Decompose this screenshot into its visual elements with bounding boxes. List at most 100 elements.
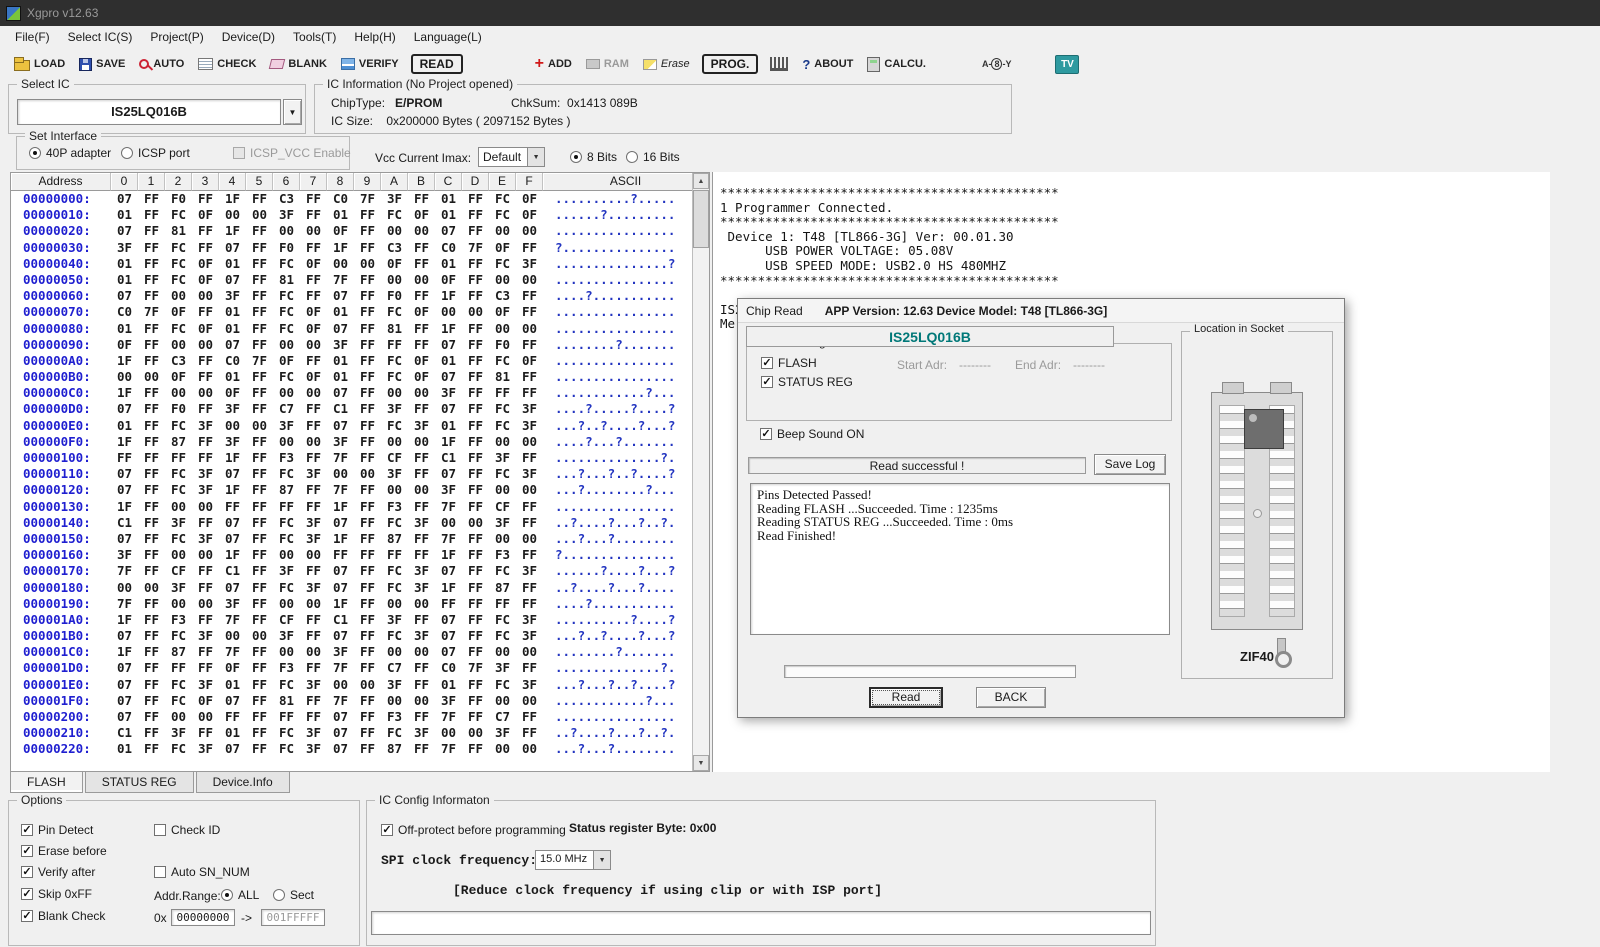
hex-byte-cell[interactable]: FF	[138, 401, 165, 417]
hex-byte-cell[interactable]: F0	[489, 337, 516, 353]
hex-byte-cell[interactable]: FF	[516, 304, 543, 320]
hex-byte-cell[interactable]: 00	[165, 547, 192, 563]
hex-byte-cell[interactable]: 07	[111, 660, 138, 676]
hex-byte-cell[interactable]: FC	[489, 353, 516, 369]
hex-byte-cell[interactable]: 1F	[111, 385, 138, 401]
blank-button[interactable]: BLANK	[264, 51, 333, 77]
hex-byte-cell[interactable]: FF	[138, 385, 165, 401]
tab-device-info[interactable]: Device.Info	[196, 772, 290, 793]
hex-byte-cell[interactable]: 3F	[219, 288, 246, 304]
hex-byte-cell[interactable]: 00	[381, 482, 408, 498]
hex-byte-cell[interactable]: 07	[435, 337, 462, 353]
hex-byte-cell[interactable]: FC	[381, 207, 408, 223]
hex-byte-cell[interactable]: 00	[327, 466, 354, 482]
hex-byte-cell[interactable]: FF	[462, 709, 489, 725]
hex-byte-cell[interactable]: 01	[219, 304, 246, 320]
hex-byte-cell[interactable]: 00	[516, 434, 543, 450]
hex-byte-cell[interactable]: FF	[138, 612, 165, 628]
hex-byte-cell[interactable]: FF	[246, 337, 273, 353]
hex-byte-cell[interactable]: 07	[219, 337, 246, 353]
hex-byte-cell[interactable]: FF	[408, 677, 435, 693]
hex-byte-cell[interactable]: 00	[273, 434, 300, 450]
hex-byte-cell[interactable]: C3	[273, 191, 300, 207]
menu-item-select-ic[interactable]: Select IC(S)	[59, 28, 142, 46]
hex-byte-cell[interactable]: C1	[111, 515, 138, 531]
hex-byte-cell[interactable]: 3F	[300, 580, 327, 596]
hex-byte-cell[interactable]: FF	[462, 644, 489, 660]
hex-byte-cell[interactable]: FF	[246, 612, 273, 628]
hex-byte-cell[interactable]: FF	[354, 401, 381, 417]
hex-byte-cell[interactable]: FF	[300, 499, 327, 515]
hex-byte-cell[interactable]: C0	[111, 304, 138, 320]
hex-byte-cell[interactable]: FF	[462, 693, 489, 709]
hex-byte-cell[interactable]: FF	[300, 612, 327, 628]
hex-byte-cell[interactable]: FF	[354, 741, 381, 757]
hex-byte-cell[interactable]: 87	[165, 644, 192, 660]
hex-byte-cell[interactable]: FC	[165, 482, 192, 498]
hex-byte-cell[interactable]: 3F	[219, 434, 246, 450]
hex-byte-cell[interactable]: FF	[192, 240, 219, 256]
hex-byte-cell[interactable]: 0F	[300, 256, 327, 272]
hex-byte-cell[interactable]: FC	[273, 369, 300, 385]
hex-byte-cell[interactable]: 3F	[489, 725, 516, 741]
verify-after-checkbox[interactable]: Verify after	[21, 865, 95, 879]
hex-byte-cell[interactable]: 0F	[165, 304, 192, 320]
hex-byte-cell[interactable]: 7F	[111, 596, 138, 612]
hex-byte-cell[interactable]: 3F	[408, 725, 435, 741]
hex-byte-cell[interactable]: FC	[489, 191, 516, 207]
hex-byte-cell[interactable]: FF	[192, 434, 219, 450]
hex-byte-cell[interactable]: FF	[354, 693, 381, 709]
hex-byte-cell[interactable]: 00	[408, 596, 435, 612]
hex-byte-cell[interactable]: FF	[138, 677, 165, 693]
hex-byte-cell[interactable]: 07	[435, 401, 462, 417]
hex-byte-cell[interactable]: FC	[165, 741, 192, 757]
hex-byte-cell[interactable]: 0F	[489, 240, 516, 256]
hex-byte-cell[interactable]: FF	[192, 369, 219, 385]
hex-byte-cell[interactable]: 00	[192, 547, 219, 563]
hex-byte-cell[interactable]: 00	[273, 547, 300, 563]
hex-byte-cell[interactable]: 01	[435, 256, 462, 272]
hex-byte-cell[interactable]: 00	[165, 337, 192, 353]
check-id-checkbox[interactable]: Check ID	[154, 823, 220, 837]
hex-byte-cell[interactable]: 3F	[192, 741, 219, 757]
hex-byte-cell[interactable]: 1F	[111, 499, 138, 515]
hex-byte-cell[interactable]: 7F	[327, 482, 354, 498]
hex-byte-cell[interactable]: FC	[165, 207, 192, 223]
hex-byte-cell[interactable]: 00	[516, 741, 543, 757]
hex-byte-cell[interactable]: F0	[165, 191, 192, 207]
prog-button[interactable]: PROG.	[702, 54, 759, 74]
hex-byte-cell[interactable]: FF	[192, 191, 219, 207]
add-button[interactable]: +ADD	[529, 51, 578, 77]
hex-byte-cell[interactable]: FF	[462, 612, 489, 628]
select-ic-dropdown-button[interactable]: ▼	[283, 99, 302, 125]
hex-byte-cell[interactable]: 07	[111, 709, 138, 725]
hex-byte-cell[interactable]: 1F	[435, 547, 462, 563]
hex-byte-cell[interactable]: 3F	[489, 515, 516, 531]
hex-byte-cell[interactable]: FF	[354, 304, 381, 320]
hex-byte-cell[interactable]: FF	[462, 369, 489, 385]
hex-byte-cell[interactable]: 07	[435, 369, 462, 385]
hex-byte-cell[interactable]: 01	[435, 418, 462, 434]
hex-byte-cell[interactable]: 7F	[111, 563, 138, 579]
hex-byte-cell[interactable]: C1	[435, 450, 462, 466]
hex-byte-cell[interactable]: 0F	[219, 660, 246, 676]
hex-byte-cell[interactable]: FF	[246, 191, 273, 207]
hex-byte-cell[interactable]: FF	[354, 223, 381, 239]
hex-byte-cell[interactable]: 01	[219, 725, 246, 741]
hex-byte-cell[interactable]: 07	[327, 709, 354, 725]
hex-byte-cell[interactable]: 1F	[435, 580, 462, 596]
hex-byte-cell[interactable]: 1F	[435, 434, 462, 450]
hex-byte-cell[interactable]: 87	[489, 580, 516, 596]
hex-byte-cell[interactable]: FF	[408, 660, 435, 676]
hex-byte-cell[interactable]: 7F	[327, 693, 354, 709]
hex-byte-cell[interactable]: 0F	[165, 369, 192, 385]
hex-byte-cell[interactable]: FF	[300, 401, 327, 417]
hex-byte-cell[interactable]: FF	[138, 596, 165, 612]
pin-detect-checkbox[interactable]: Pin Detect	[21, 823, 93, 837]
hex-byte-cell[interactable]: 3F	[381, 677, 408, 693]
hex-byte-cell[interactable]: 00	[327, 677, 354, 693]
hex-byte-cell[interactable]: FF	[462, 466, 489, 482]
hex-byte-cell[interactable]: 3F	[300, 466, 327, 482]
hex-byte-cell[interactable]: 00	[462, 515, 489, 531]
hex-byte-cell[interactable]: FF	[300, 353, 327, 369]
